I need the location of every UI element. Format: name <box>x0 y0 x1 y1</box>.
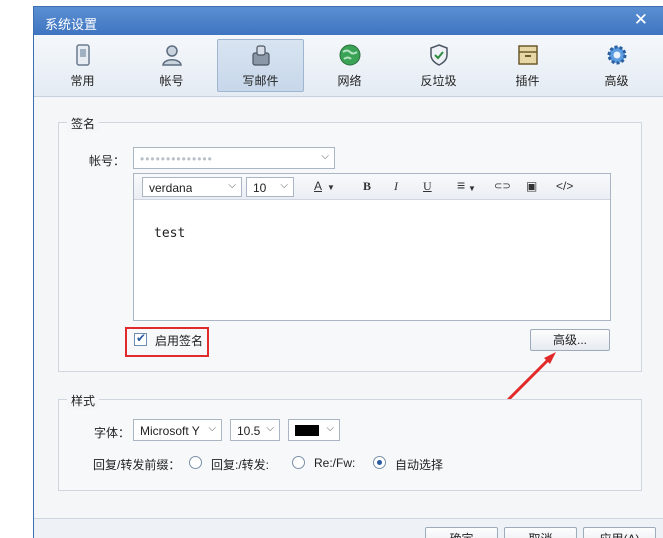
radio-reply-forward[interactable] <box>189 456 202 469</box>
image-icon[interactable]: ▣ <box>526 179 537 193</box>
color-swatch <box>295 425 319 436</box>
radio-auto[interactable] <box>373 456 386 469</box>
font-color-select[interactable]: ⌵ <box>288 419 340 441</box>
style-group: 样式 字体： Microsoft Y ⌵ 10.5 ⌵ ⌵ 回复/转发前缀： 回… <box>58 392 642 491</box>
user-icon <box>161 45 182 66</box>
shield-icon <box>429 44 448 66</box>
dialog-footer: 确定 取消 应用(A) <box>34 518 663 538</box>
link-icon[interactable]: ⊂⊃ <box>494 181 511 192</box>
prefix-label: 回复/转发前缀： <box>93 458 181 472</box>
chevron-down-icon: ⌵ <box>326 423 334 434</box>
tab-label: 反垃圾 <box>420 74 457 88</box>
settings-toolbar: 常用 帐号 写邮件 网络 反垃圾 插件 高级 <box>34 35 663 97</box>
tab-label: 帐号 <box>159 74 184 88</box>
style-legend: 样式 <box>67 392 100 409</box>
gear-icon <box>607 45 626 65</box>
title-bar: 系统设置 ✕ <box>34 7 663 35</box>
account-select[interactable]: •••••••••••••• ⌵ <box>133 147 335 169</box>
caret-down-icon[interactable]: ▼ <box>327 183 335 192</box>
font-size-select[interactable]: 10 ⌵ <box>246 177 294 197</box>
tab-label: 网络 <box>337 74 362 88</box>
signature-text: test <box>154 226 186 241</box>
tab-advanced[interactable]: 高级 <box>573 39 660 92</box>
phone-icon <box>75 44 90 66</box>
font-family-select[interactable]: verdana ⌵ <box>142 177 242 197</box>
code-icon[interactable]: </> <box>556 179 573 193</box>
font-label: 字体： <box>94 426 131 440</box>
chevron-down-icon: ⌵ <box>280 180 288 191</box>
compose-icon <box>251 45 270 66</box>
radio-re-fw[interactable] <box>292 456 305 469</box>
tab-label: 写邮件 <box>242 74 279 88</box>
tab-general[interactable]: 常用 <box>39 39 126 92</box>
font-color-button[interactable]: A <box>314 179 322 193</box>
globe-icon <box>339 44 360 66</box>
tab-plugins[interactable]: 插件 <box>484 39 571 92</box>
editor-toolbar: verdana ⌵ 10 ⌵ A ▼ B I U ≡ ▼ ⊂⊃ ▣ </> <box>134 174 610 200</box>
highlight-box <box>125 327 209 357</box>
tab-label: 插件 <box>515 74 540 88</box>
caret-down-icon[interactable]: ▼ <box>468 184 476 193</box>
bold-button[interactable]: B <box>363 179 371 194</box>
chevron-down-icon: ⌵ <box>321 151 329 162</box>
tab-compose[interactable]: 写邮件 <box>217 39 304 92</box>
settings-content: 签名 帐号： •••••••••••••• ⌵ verdana ⌵ 10 ⌵ A <box>34 98 663 518</box>
tab-antispam[interactable]: 反垃圾 <box>395 39 482 92</box>
tab-label: 高级 <box>604 74 629 88</box>
signature-legend: 签名 <box>67 115 100 132</box>
font-size-select[interactable]: 10.5 ⌵ <box>230 419 280 441</box>
radio-label: Re:/Fw: <box>314 456 356 470</box>
close-icon[interactable]: ✕ <box>634 11 648 29</box>
radio-label: 自动选择 <box>395 458 444 472</box>
underline-button[interactable]: U <box>423 179 432 194</box>
apply-button[interactable]: 应用(A) <box>583 527 656 538</box>
chevron-down-icon: ⌵ <box>228 180 236 191</box>
settings-window: 系统设置 ✕ 常用 帐号 写邮件 网络 反垃圾 插件 高级 签名 帐号： •••… <box>33 6 663 538</box>
chevron-down-icon: ⌵ <box>266 423 274 434</box>
font-select[interactable]: Microsoft Y ⌵ <box>133 419 222 441</box>
tab-account[interactable]: 帐号 <box>128 39 215 92</box>
account-value: •••••••••••••• <box>140 152 213 166</box>
account-label: 帐号： <box>89 154 126 168</box>
window-title: 系统设置 <box>45 17 98 32</box>
align-icon[interactable]: ≡ <box>457 177 465 193</box>
plugin-icon <box>517 45 538 65</box>
ok-button[interactable]: 确定 <box>425 527 498 538</box>
tab-label: 常用 <box>70 74 95 88</box>
chevron-down-icon: ⌵ <box>208 423 216 434</box>
radio-label: 回复:/转发: <box>211 458 270 472</box>
italic-button[interactable]: I <box>394 179 398 194</box>
signature-editor[interactable]: verdana ⌵ 10 ⌵ A ▼ B I U ≡ ▼ ⊂⊃ ▣ </> te… <box>133 173 611 321</box>
cancel-button[interactable]: 取消 <box>504 527 577 538</box>
tab-network[interactable]: 网络 <box>306 39 393 92</box>
